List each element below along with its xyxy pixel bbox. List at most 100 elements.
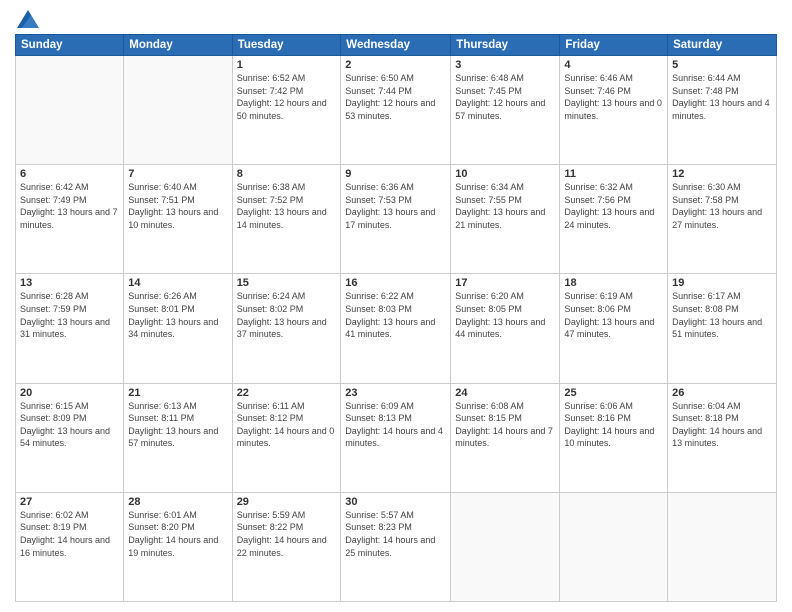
day-header: Sunday (16, 35, 124, 56)
day-number: 20 (20, 387, 119, 399)
calendar-cell: 4Sunrise: 6:46 AMSunset: 7:46 PMDaylight… (560, 56, 668, 165)
logo-blue (15, 10, 39, 28)
day-info: Sunrise: 5:57 AMSunset: 8:23 PMDaylight:… (345, 509, 446, 559)
calendar-cell: 12Sunrise: 6:30 AMSunset: 7:58 PMDayligh… (668, 165, 777, 274)
calendar-cell: 8Sunrise: 6:38 AMSunset: 7:52 PMDaylight… (232, 165, 341, 274)
day-info: Sunrise: 6:36 AMSunset: 7:53 PMDaylight:… (345, 181, 446, 231)
day-number: 9 (345, 168, 446, 180)
calendar-cell: 23Sunrise: 6:09 AMSunset: 8:13 PMDayligh… (341, 383, 451, 492)
day-info: Sunrise: 6:02 AMSunset: 8:19 PMDaylight:… (20, 509, 119, 559)
day-number: 13 (20, 277, 119, 289)
day-info: Sunrise: 6:19 AMSunset: 8:06 PMDaylight:… (564, 290, 663, 340)
calendar-cell: 19Sunrise: 6:17 AMSunset: 8:08 PMDayligh… (668, 274, 777, 383)
day-info: Sunrise: 6:09 AMSunset: 8:13 PMDaylight:… (345, 400, 446, 450)
day-number: 24 (455, 387, 555, 399)
calendar-cell: 26Sunrise: 6:04 AMSunset: 8:18 PMDayligh… (668, 383, 777, 492)
calendar-cell: 1Sunrise: 6:52 AMSunset: 7:42 PMDaylight… (232, 56, 341, 165)
day-header: Wednesday (341, 35, 451, 56)
day-info: Sunrise: 6:06 AMSunset: 8:16 PMDaylight:… (564, 400, 663, 450)
calendar-cell: 24Sunrise: 6:08 AMSunset: 8:15 PMDayligh… (451, 383, 560, 492)
day-info: Sunrise: 5:59 AMSunset: 8:22 PMDaylight:… (237, 509, 337, 559)
calendar-cell (124, 56, 232, 165)
day-info: Sunrise: 6:17 AMSunset: 8:08 PMDaylight:… (672, 290, 772, 340)
calendar-cell: 22Sunrise: 6:11 AMSunset: 8:12 PMDayligh… (232, 383, 341, 492)
calendar-cell: 9Sunrise: 6:36 AMSunset: 7:53 PMDaylight… (341, 165, 451, 274)
day-number: 4 (564, 59, 663, 71)
day-info: Sunrise: 6:40 AMSunset: 7:51 PMDaylight:… (128, 181, 227, 231)
calendar-cell (451, 492, 560, 601)
calendar-cell: 29Sunrise: 5:59 AMSunset: 8:22 PMDayligh… (232, 492, 341, 601)
day-info: Sunrise: 6:46 AMSunset: 7:46 PMDaylight:… (564, 72, 663, 122)
calendar-cell: 17Sunrise: 6:20 AMSunset: 8:05 PMDayligh… (451, 274, 560, 383)
calendar-week-row: 6Sunrise: 6:42 AMSunset: 7:49 PMDaylight… (16, 165, 777, 274)
calendar-cell: 16Sunrise: 6:22 AMSunset: 8:03 PMDayligh… (341, 274, 451, 383)
day-number: 16 (345, 277, 446, 289)
day-number: 3 (455, 59, 555, 71)
calendar-week-row: 20Sunrise: 6:15 AMSunset: 8:09 PMDayligh… (16, 383, 777, 492)
day-number: 29 (237, 496, 337, 508)
day-number: 14 (128, 277, 227, 289)
day-info: Sunrise: 6:11 AMSunset: 8:12 PMDaylight:… (237, 400, 337, 450)
calendar-cell: 15Sunrise: 6:24 AMSunset: 8:02 PMDayligh… (232, 274, 341, 383)
day-info: Sunrise: 6:44 AMSunset: 7:48 PMDaylight:… (672, 72, 772, 122)
day-header: Monday (124, 35, 232, 56)
calendar-cell (16, 56, 124, 165)
day-info: Sunrise: 6:01 AMSunset: 8:20 PMDaylight:… (128, 509, 227, 559)
day-number: 18 (564, 277, 663, 289)
logo (15, 10, 39, 28)
day-info: Sunrise: 6:50 AMSunset: 7:44 PMDaylight:… (345, 72, 446, 122)
calendar-cell: 20Sunrise: 6:15 AMSunset: 8:09 PMDayligh… (16, 383, 124, 492)
calendar-cell: 3Sunrise: 6:48 AMSunset: 7:45 PMDaylight… (451, 56, 560, 165)
day-number: 6 (20, 168, 119, 180)
day-header: Thursday (451, 35, 560, 56)
calendar-cell: 2Sunrise: 6:50 AMSunset: 7:44 PMDaylight… (341, 56, 451, 165)
calendar-cell: 21Sunrise: 6:13 AMSunset: 8:11 PMDayligh… (124, 383, 232, 492)
day-info: Sunrise: 6:28 AMSunset: 7:59 PMDaylight:… (20, 290, 119, 340)
day-header: Tuesday (232, 35, 341, 56)
day-info: Sunrise: 6:08 AMSunset: 8:15 PMDaylight:… (455, 400, 555, 450)
day-info: Sunrise: 6:34 AMSunset: 7:55 PMDaylight:… (455, 181, 555, 231)
day-number: 1 (237, 59, 337, 71)
day-info: Sunrise: 6:42 AMSunset: 7:49 PMDaylight:… (20, 181, 119, 231)
calendar-cell (668, 492, 777, 601)
calendar-cell: 14Sunrise: 6:26 AMSunset: 8:01 PMDayligh… (124, 274, 232, 383)
calendar-cell: 11Sunrise: 6:32 AMSunset: 7:56 PMDayligh… (560, 165, 668, 274)
calendar-week-row: 1Sunrise: 6:52 AMSunset: 7:42 PMDaylight… (16, 56, 777, 165)
day-info: Sunrise: 6:48 AMSunset: 7:45 PMDaylight:… (455, 72, 555, 122)
day-info: Sunrise: 6:24 AMSunset: 8:02 PMDaylight:… (237, 290, 337, 340)
day-info: Sunrise: 6:32 AMSunset: 7:56 PMDaylight:… (564, 181, 663, 231)
day-number: 23 (345, 387, 446, 399)
calendar-cell: 28Sunrise: 6:01 AMSunset: 8:20 PMDayligh… (124, 492, 232, 601)
calendar-cell: 18Sunrise: 6:19 AMSunset: 8:06 PMDayligh… (560, 274, 668, 383)
day-info: Sunrise: 6:38 AMSunset: 7:52 PMDaylight:… (237, 181, 337, 231)
day-number: 26 (672, 387, 772, 399)
calendar-cell: 5Sunrise: 6:44 AMSunset: 7:48 PMDaylight… (668, 56, 777, 165)
calendar-cell: 7Sunrise: 6:40 AMSunset: 7:51 PMDaylight… (124, 165, 232, 274)
day-info: Sunrise: 6:22 AMSunset: 8:03 PMDaylight:… (345, 290, 446, 340)
day-number: 17 (455, 277, 555, 289)
day-header: Friday (560, 35, 668, 56)
day-number: 5 (672, 59, 772, 71)
day-number: 30 (345, 496, 446, 508)
day-info: Sunrise: 6:13 AMSunset: 8:11 PMDaylight:… (128, 400, 227, 450)
day-number: 11 (564, 168, 663, 180)
day-number: 8 (237, 168, 337, 180)
day-number: 21 (128, 387, 227, 399)
day-info: Sunrise: 6:52 AMSunset: 7:42 PMDaylight:… (237, 72, 337, 122)
day-info: Sunrise: 6:15 AMSunset: 8:09 PMDaylight:… (20, 400, 119, 450)
calendar-week-row: 13Sunrise: 6:28 AMSunset: 7:59 PMDayligh… (16, 274, 777, 383)
day-info: Sunrise: 6:26 AMSunset: 8:01 PMDaylight:… (128, 290, 227, 340)
day-number: 2 (345, 59, 446, 71)
calendar-cell: 25Sunrise: 6:06 AMSunset: 8:16 PMDayligh… (560, 383, 668, 492)
day-number: 15 (237, 277, 337, 289)
day-number: 10 (455, 168, 555, 180)
calendar-header-row: SundayMondayTuesdayWednesdayThursdayFrid… (16, 35, 777, 56)
calendar-cell: 13Sunrise: 6:28 AMSunset: 7:59 PMDayligh… (16, 274, 124, 383)
day-info: Sunrise: 6:20 AMSunset: 8:05 PMDaylight:… (455, 290, 555, 340)
day-number: 12 (672, 168, 772, 180)
day-number: 28 (128, 496, 227, 508)
header (15, 10, 777, 28)
day-number: 7 (128, 168, 227, 180)
day-info: Sunrise: 6:04 AMSunset: 8:18 PMDaylight:… (672, 400, 772, 450)
day-number: 27 (20, 496, 119, 508)
